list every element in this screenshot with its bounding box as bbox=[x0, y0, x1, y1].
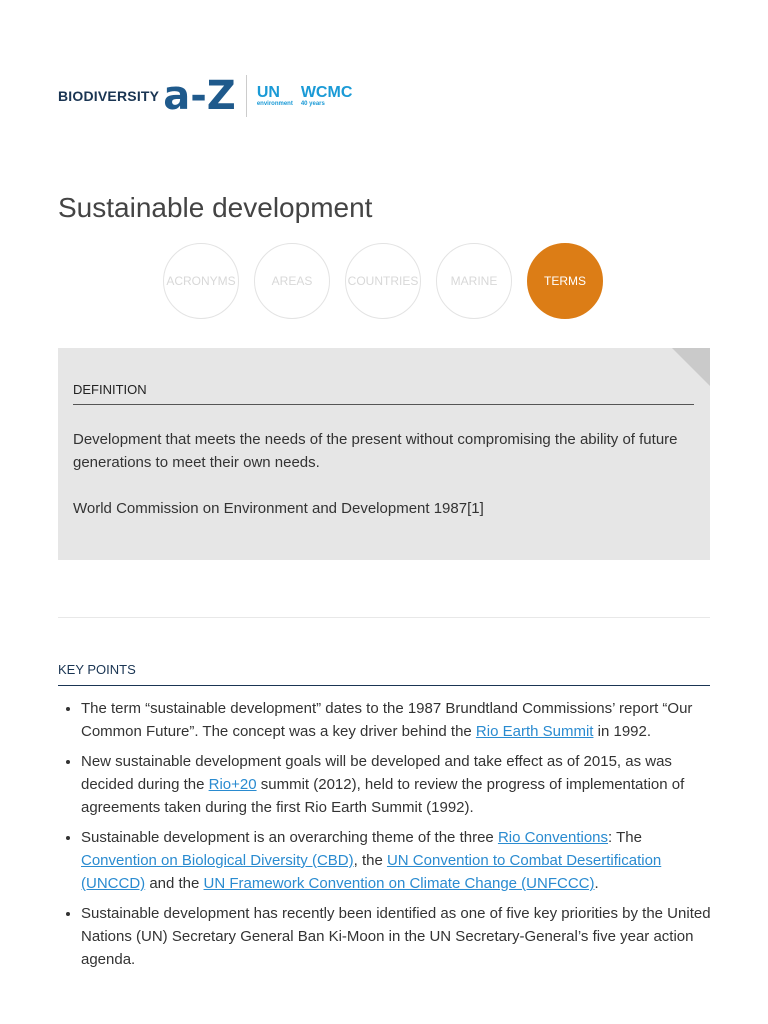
nav-terms[interactable]: TERMS bbox=[527, 243, 603, 319]
section-divider bbox=[58, 617, 710, 618]
site-logo[interactable]: BIODIVERSITY a-Z UN environment WCMC 40 ye… bbox=[58, 74, 352, 118]
link-rio-earth-summit[interactable]: Rio Earth Summit bbox=[476, 723, 594, 740]
logo-az-text: a-Z bbox=[163, 73, 236, 119]
nav-areas[interactable]: AREAS bbox=[254, 243, 330, 319]
logo-separator bbox=[245, 75, 247, 117]
key-points-heading: KEY POINTS bbox=[58, 662, 136, 677]
logo-un-environment: UN environment bbox=[256, 84, 293, 108]
link-rio-conventions[interactable]: Rio Conventions bbox=[498, 829, 608, 846]
nav-acronyms[interactable]: ACRONYMS bbox=[163, 243, 239, 319]
link-cbd[interactable]: Convention on Biological Diversity (CBD) bbox=[81, 852, 354, 869]
list-item: New sustainable development goals will b… bbox=[81, 750, 721, 819]
link-rio-20[interactable]: Rio+20 bbox=[209, 776, 257, 793]
definition-source: World Commission on Environment and Deve… bbox=[73, 500, 484, 517]
logo-biodiversity-text: BIODIVERSITY bbox=[58, 88, 160, 104]
key-points-underline bbox=[58, 685, 710, 686]
definition-heading: DEFINITION bbox=[73, 382, 147, 397]
logo-wcmc: WCMC 40 years bbox=[300, 84, 353, 108]
definition-text: Development that meets the needs of the … bbox=[73, 431, 678, 471]
page-title: Sustainable development bbox=[58, 192, 373, 223]
page-fold-corner bbox=[672, 348, 710, 386]
list-item: The term “sustainable development” dates… bbox=[81, 697, 721, 743]
nav-countries[interactable]: COUNTRIES bbox=[345, 243, 421, 319]
link-unfccc[interactable]: UN Framework Convention on Climate Chang… bbox=[204, 875, 595, 892]
nav-marine[interactable]: MARINE bbox=[436, 243, 512, 319]
list-item: Sustainable development has recently bee… bbox=[81, 902, 721, 971]
list-item: Sustainable development is an overarchin… bbox=[81, 826, 721, 895]
key-points-list: The term “sustainable development” dates… bbox=[58, 697, 721, 978]
category-nav: ACRONYMS AREAS COUNTRIES MARINE TERMS bbox=[163, 243, 603, 319]
page: BIODIVERSITY a-Z UN environment WCMC 40 ye… bbox=[0, 0, 768, 1024]
definition-box: DEFINITION Development that meets the ne… bbox=[58, 348, 710, 560]
definition-underline bbox=[73, 404, 694, 405]
